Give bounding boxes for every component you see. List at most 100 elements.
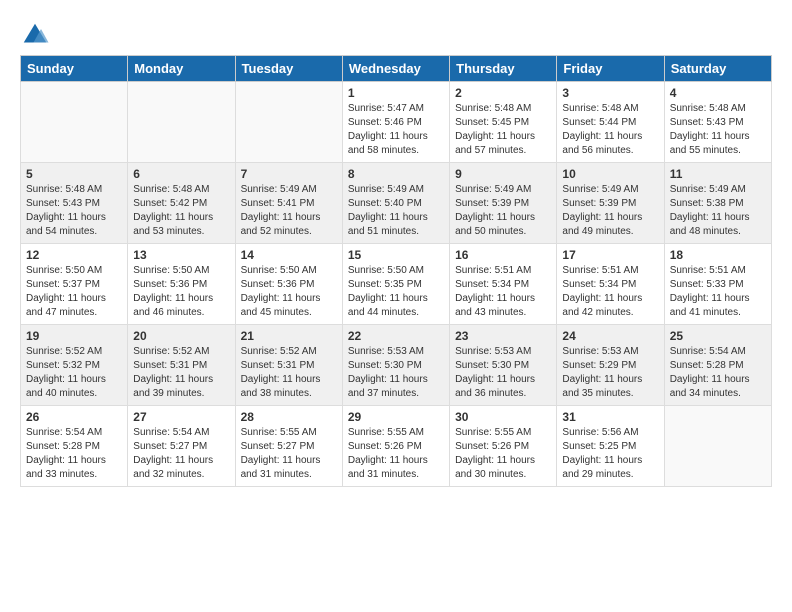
day-number: 10: [562, 167, 658, 181]
header-sunday: Sunday: [21, 56, 128, 82]
calendar-table: SundayMondayTuesdayWednesdayThursdayFrid…: [20, 55, 772, 487]
day-number: 31: [562, 410, 658, 424]
day-info: Sunrise: 5:48 AM Sunset: 5:45 PM Dayligh…: [455, 102, 551, 158]
day-info: Sunrise: 5:55 AM Sunset: 5:27 PM Dayligh…: [241, 426, 337, 482]
calendar-cell: 5Sunrise: 5:48 AM Sunset: 5:43 PM Daylig…: [21, 163, 128, 244]
header-thursday: Thursday: [450, 56, 557, 82]
day-number: 24: [562, 329, 658, 343]
calendar-cell: 21 Sunrise: 5:52 AM Sunset: 5:31 PM Dayli…: [235, 325, 342, 406]
calendar-cell: 3 Sunrise: 5:48 AM Sunset: 5:44 PM Daylig…: [557, 82, 664, 163]
day-info: Sunrise: 5:49 AM Sunset: 5:39 PM Dayligh…: [455, 183, 551, 239]
day-number: 25: [670, 329, 766, 343]
day-info: Sunrise: 5:56 AM Sunset: 5:25 PM Dayligh…: [562, 426, 658, 482]
day-number: 30: [455, 410, 551, 424]
day-number: 12: [26, 248, 122, 262]
day-info: Sunrise: 5:54 AM Sunset: 5:27 PM Dayligh…: [133, 426, 229, 482]
day-info: Sunrise: 5:50 AM Sunset: 5:36 PM Dayligh…: [133, 264, 229, 320]
header-tuesday: Tuesday: [235, 56, 342, 82]
day-number: 19: [26, 329, 122, 343]
day-number: 26: [26, 410, 122, 424]
day-number: 2: [455, 86, 551, 100]
calendar-week-4: 19 Sunrise: 5:52 AM Sunset: 5:32 PM Dayli…: [21, 325, 772, 406]
calendar-cell: [235, 82, 342, 163]
calendar-week-2: 5Sunrise: 5:48 AM Sunset: 5:43 PM Daylig…: [21, 163, 772, 244]
calendar-cell: [128, 82, 235, 163]
day-number: 1: [348, 86, 444, 100]
calendar-cell: 11 Sunrise: 5:49 AM Sunset: 5:38 PM Dayli…: [664, 163, 771, 244]
calendar-cell: 17 Sunrise: 5:51 AM Sunset: 5:34 PM Dayli…: [557, 244, 664, 325]
day-info: Sunrise: 5:51 AM Sunset: 5:34 PM Dayligh…: [562, 264, 658, 320]
calendar-cell: 24 Sunrise: 5:53 AM Sunset: 5:29 PM Dayli…: [557, 325, 664, 406]
day-info: Sunrise: 5:52 AM Sunset: 5:32 PM Dayligh…: [26, 345, 122, 401]
day-info: Sunrise: 5:55 AM Sunset: 5:26 PM Dayligh…: [455, 426, 551, 482]
calendar-week-1: 1Sunrise: 5:47 AM Sunset: 5:46 PM Daylig…: [21, 82, 772, 163]
calendar-cell: 14 Sunrise: 5:50 AM Sunset: 5:36 PM Dayli…: [235, 244, 342, 325]
calendar-week-3: 12Sunrise: 5:50 AM Sunset: 5:37 PM Dayli…: [21, 244, 772, 325]
day-number: 27: [133, 410, 229, 424]
calendar-cell: 15 Sunrise: 5:50 AM Sunset: 5:35 PM Dayli…: [342, 244, 449, 325]
calendar-header: SundayMondayTuesdayWednesdayThursdayFrid…: [21, 56, 772, 82]
day-info: Sunrise: 5:48 AM Sunset: 5:42 PM Dayligh…: [133, 183, 229, 239]
day-number: 4: [670, 86, 766, 100]
day-info: Sunrise: 5:49 AM Sunset: 5:38 PM Dayligh…: [670, 183, 766, 239]
logo: [20, 20, 55, 50]
day-info: Sunrise: 5:50 AM Sunset: 5:36 PM Dayligh…: [241, 264, 337, 320]
day-number: 15: [348, 248, 444, 262]
calendar-week-5: 26Sunrise: 5:54 AM Sunset: 5:28 PM Dayli…: [21, 406, 772, 487]
logo-icon: [20, 20, 50, 50]
calendar-cell: 4 Sunrise: 5:48 AM Sunset: 5:43 PM Daylig…: [664, 82, 771, 163]
calendar-cell: 18 Sunrise: 5:51 AM Sunset: 5:33 PM Dayli…: [664, 244, 771, 325]
day-number: 21: [241, 329, 337, 343]
calendar-cell: 27 Sunrise: 5:54 AM Sunset: 5:27 PM Dayli…: [128, 406, 235, 487]
calendar-cell: 23Sunrise: 5:53 AM Sunset: 5:30 PM Dayli…: [450, 325, 557, 406]
calendar-cell: 10 Sunrise: 5:49 AM Sunset: 5:39 PM Dayli…: [557, 163, 664, 244]
calendar-cell: 16Sunrise: 5:51 AM Sunset: 5:34 PM Dayli…: [450, 244, 557, 325]
header-row: SundayMondayTuesdayWednesdayThursdayFrid…: [21, 56, 772, 82]
calendar-cell: 13 Sunrise: 5:50 AM Sunset: 5:36 PM Dayli…: [128, 244, 235, 325]
day-number: 22: [348, 329, 444, 343]
day-number: 11: [670, 167, 766, 181]
day-info: Sunrise: 5:54 AM Sunset: 5:28 PM Dayligh…: [670, 345, 766, 401]
day-number: 14: [241, 248, 337, 262]
day-info: Sunrise: 5:48 AM Sunset: 5:43 PM Dayligh…: [670, 102, 766, 158]
day-info: Sunrise: 5:53 AM Sunset: 5:30 PM Dayligh…: [455, 345, 551, 401]
day-info: Sunrise: 5:52 AM Sunset: 5:31 PM Dayligh…: [241, 345, 337, 401]
day-number: 3: [562, 86, 658, 100]
calendar-cell: 12Sunrise: 5:50 AM Sunset: 5:37 PM Dayli…: [21, 244, 128, 325]
day-info: Sunrise: 5:55 AM Sunset: 5:26 PM Dayligh…: [348, 426, 444, 482]
day-number: 18: [670, 248, 766, 262]
calendar-cell: 2 Sunrise: 5:48 AM Sunset: 5:45 PM Daylig…: [450, 82, 557, 163]
header-friday: Friday: [557, 56, 664, 82]
day-number: 7: [241, 167, 337, 181]
day-info: Sunrise: 5:51 AM Sunset: 5:33 PM Dayligh…: [670, 264, 766, 320]
calendar-cell: 26Sunrise: 5:54 AM Sunset: 5:28 PM Dayli…: [21, 406, 128, 487]
day-info: Sunrise: 5:48 AM Sunset: 5:44 PM Dayligh…: [562, 102, 658, 158]
day-number: 28: [241, 410, 337, 424]
calendar-cell: 30 Sunrise: 5:55 AM Sunset: 5:26 PM Dayli…: [450, 406, 557, 487]
calendar-cell: [664, 406, 771, 487]
day-info: Sunrise: 5:53 AM Sunset: 5:29 PM Dayligh…: [562, 345, 658, 401]
calendar-cell: 29 Sunrise: 5:55 AM Sunset: 5:26 PM Dayli…: [342, 406, 449, 487]
header-wednesday: Wednesday: [342, 56, 449, 82]
day-number: 29: [348, 410, 444, 424]
calendar-cell: 28 Sunrise: 5:55 AM Sunset: 5:27 PM Dayli…: [235, 406, 342, 487]
day-number: 5: [26, 167, 122, 181]
calendar-cell: 20 Sunrise: 5:52 AM Sunset: 5:31 PM Dayli…: [128, 325, 235, 406]
day-number: 13: [133, 248, 229, 262]
day-info: Sunrise: 5:51 AM Sunset: 5:34 PM Dayligh…: [455, 264, 551, 320]
calendar-cell: 7Sunrise: 5:49 AM Sunset: 5:41 PM Daylig…: [235, 163, 342, 244]
calendar-cell: 31 Sunrise: 5:56 AM Sunset: 5:25 PM Dayli…: [557, 406, 664, 487]
day-info: Sunrise: 5:50 AM Sunset: 5:35 PM Dayligh…: [348, 264, 444, 320]
calendar-cell: [21, 82, 128, 163]
page-header: [10, 10, 782, 55]
day-number: 20: [133, 329, 229, 343]
day-number: 17: [562, 248, 658, 262]
calendar-cell: 8Sunrise: 5:49 AM Sunset: 5:40 PM Daylig…: [342, 163, 449, 244]
day-number: 6: [133, 167, 229, 181]
calendar-cell: 22Sunrise: 5:53 AM Sunset: 5:30 PM Dayli…: [342, 325, 449, 406]
day-info: Sunrise: 5:52 AM Sunset: 5:31 PM Dayligh…: [133, 345, 229, 401]
calendar-cell: 9Sunrise: 5:49 AM Sunset: 5:39 PM Daylig…: [450, 163, 557, 244]
header-saturday: Saturday: [664, 56, 771, 82]
day-info: Sunrise: 5:49 AM Sunset: 5:39 PM Dayligh…: [562, 183, 658, 239]
day-info: Sunrise: 5:49 AM Sunset: 5:40 PM Dayligh…: [348, 183, 444, 239]
